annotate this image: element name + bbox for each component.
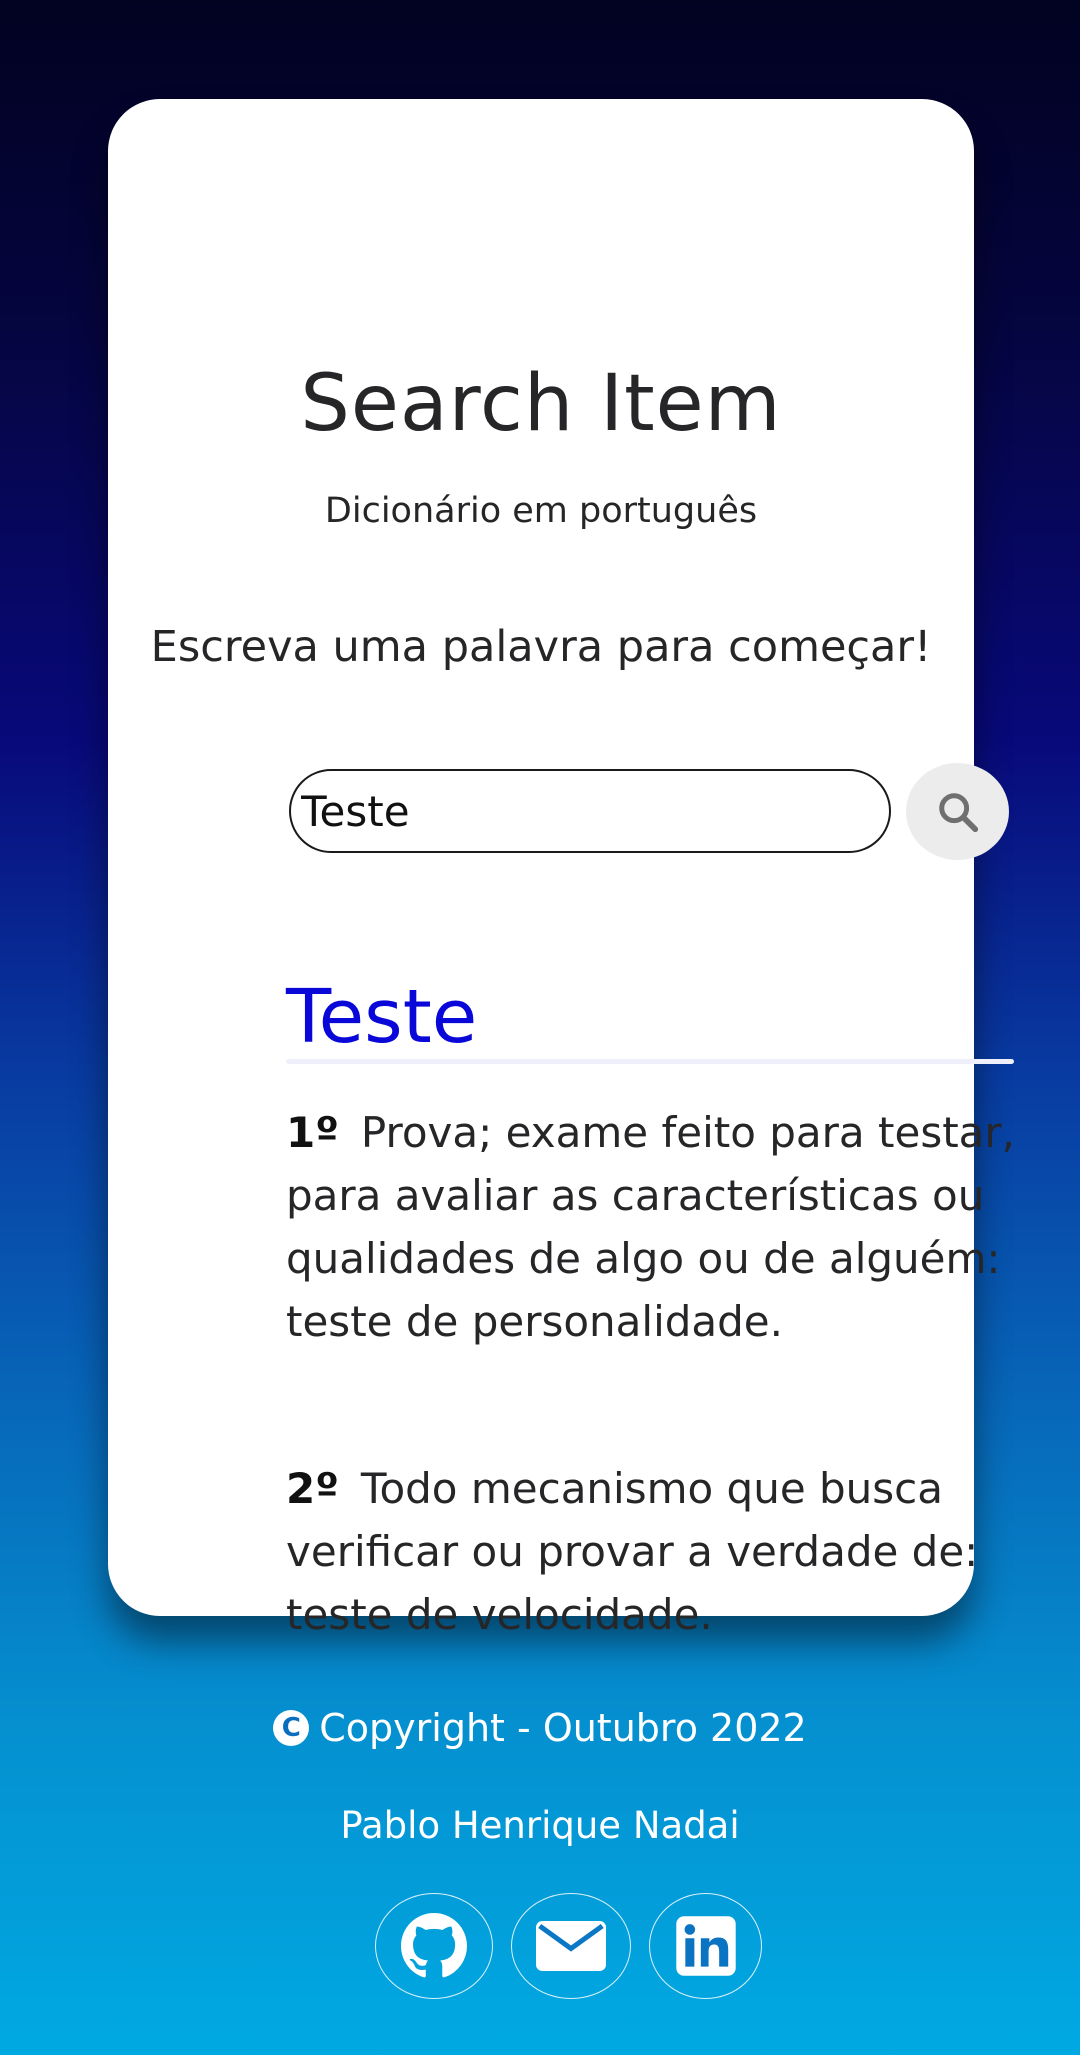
search-input[interactable] — [289, 769, 891, 853]
search-icon — [938, 792, 978, 832]
definition-text: Prova; exame feito para testar, para ava… — [286, 1108, 1016, 1346]
github-link[interactable] — [375, 1893, 493, 1999]
search-button[interactable] — [906, 763, 1009, 860]
definition-number: 1º — [286, 1108, 339, 1157]
email-link[interactable] — [511, 1893, 631, 1999]
result-divider — [286, 1059, 1014, 1064]
definition-item: 2º Todo mecanismo que busca verificar ou … — [286, 1457, 1016, 1646]
instruction-text: Escreva uma palavra para começar! — [150, 622, 932, 672]
app-subtitle: Dicionário em português — [324, 491, 758, 531]
author-name: Pablo Henrique Nadai — [340, 1804, 740, 1847]
linkedin-link[interactable] — [649, 1893, 762, 1999]
copyright-text: Copyright - Outubro 2022 — [319, 1706, 807, 1750]
email-icon — [536, 1921, 606, 1971]
definition-text: Todo mecanismo que busca verificar ou pr… — [286, 1464, 979, 1639]
definition-number: 2º — [286, 1464, 339, 1513]
linkedin-icon — [675, 1916, 736, 1976]
copyright-icon: C — [273, 1710, 310, 1746]
result-word: Teste — [286, 974, 478, 1060]
app-title: Search Item — [300, 359, 782, 449]
dictionary-card: Search Item Dicionário em português Escr… — [108, 99, 1015, 1639]
definition-item: 1º Prova; exame feito para testar, para a… — [286, 1101, 1016, 1353]
copyright-notice: C Copyright - Outubro 2022 — [0, 1706, 1080, 1750]
github-icon — [401, 1913, 467, 1978]
